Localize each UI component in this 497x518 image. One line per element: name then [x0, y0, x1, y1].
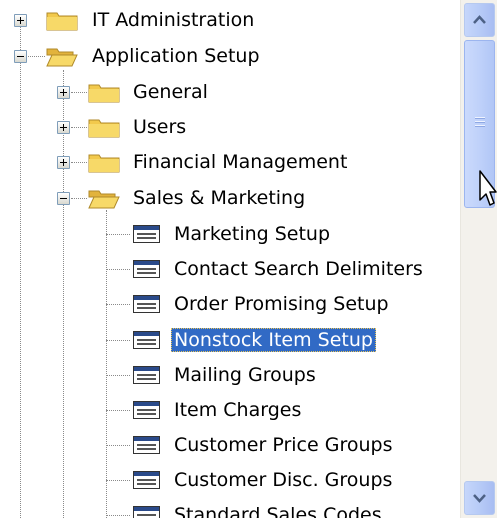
tree-line: [106, 445, 130, 446]
form-icon: [133, 295, 160, 313]
expand-icon[interactable]: [14, 14, 27, 27]
tree-line: [28, 56, 45, 57]
expand-icon[interactable]: [57, 156, 70, 169]
tree-node-users[interactable]: Users: [0, 109, 460, 144]
folder-closed-icon: [46, 12, 78, 31]
folder-open-icon: [46, 48, 78, 67]
scroll-down-button[interactable]: [464, 481, 495, 515]
tree-node-nonstock-item-setup[interactable]: Nonstock Item Setup: [0, 322, 460, 357]
tree-line: [106, 304, 130, 305]
scroll-up-button[interactable]: [464, 3, 495, 37]
form-icon: [133, 331, 160, 349]
tree-node-label: Contact Search Delimiters: [174, 258, 423, 280]
chevron-up-icon: [473, 15, 486, 24]
tree-line: [106, 375, 130, 376]
tree-node-label: Standard Sales Codes: [174, 504, 382, 518]
vertical-scrollbar[interactable]: [460, 0, 497, 518]
form-icon: [133, 401, 160, 419]
folder-open-icon: [88, 190, 120, 209]
thumb-grip: [475, 125, 485, 127]
form-icon: [133, 225, 160, 243]
thumb-grip: [475, 117, 485, 119]
navigation-tree: IT Administration Application Setup Gene…: [0, 0, 460, 518]
tree-node-order-promising-setup[interactable]: Order Promising Setup: [0, 286, 460, 321]
tree-node-label: Financial Management: [133, 151, 348, 173]
tree-node-standard-sales-codes[interactable]: Standard Sales Codes: [0, 497, 460, 518]
tree-node-general[interactable]: General: [0, 74, 460, 109]
tree-line: [71, 198, 87, 199]
collapse-icon[interactable]: [14, 50, 27, 63]
tree-node-label: Order Promising Setup: [174, 293, 389, 315]
tree-line: [71, 162, 87, 163]
tree-node-label: Mailing Groups: [174, 364, 316, 386]
thumb-grip: [475, 121, 485, 123]
folder-closed-icon: [88, 154, 120, 173]
tree-node-label: IT Administration: [92, 9, 255, 31]
tree-node-label: Marketing Setup: [174, 223, 331, 245]
tree-node-financial-management[interactable]: Financial Management: [0, 144, 460, 179]
tree-node-marketing-setup[interactable]: Marketing Setup: [0, 216, 460, 251]
collapse-icon[interactable]: [57, 192, 70, 205]
tree-node-customer-disc-groups[interactable]: Customer Disc. Groups: [0, 462, 460, 497]
chevron-down-icon: [473, 494, 486, 503]
folder-closed-icon: [88, 84, 120, 103]
tree-line: [106, 515, 130, 516]
tree-line: [106, 410, 130, 411]
tree-node-customer-price-groups[interactable]: Customer Price Groups: [0, 427, 460, 462]
tree-node-label: Sales & Marketing: [133, 187, 306, 209]
tree-line: [71, 127, 87, 128]
tree-line: [106, 340, 130, 341]
tree-node-label: Application Setup: [92, 45, 260, 67]
tree-line: [106, 480, 130, 481]
tree-node-contact-search-delimiters[interactable]: Contact Search Delimiters: [0, 251, 460, 286]
tree-node-label: Customer Price Groups: [174, 434, 393, 456]
tree-node-label: Item Charges: [174, 399, 302, 421]
mouse-cursor-icon: [479, 170, 497, 206]
form-icon: [133, 471, 160, 489]
tree-node-label: Users: [133, 116, 187, 138]
expand-icon[interactable]: [57, 86, 70, 99]
tree-node-label: Customer Disc. Groups: [174, 469, 393, 491]
form-icon: [133, 506, 160, 518]
tree-node-sales-marketing[interactable]: Sales & Marketing: [0, 180, 460, 215]
tree-node-mailing-groups[interactable]: Mailing Groups: [0, 357, 460, 392]
expand-icon[interactable]: [57, 121, 70, 134]
tree-line: [106, 269, 130, 270]
tree-node-label: General: [133, 81, 208, 103]
folder-closed-icon: [88, 119, 120, 138]
form-icon: [133, 366, 160, 384]
form-icon: [133, 260, 160, 278]
tree-node-it-administration[interactable]: IT Administration: [0, 2, 460, 37]
form-icon: [133, 436, 160, 454]
tree-line: [106, 234, 130, 235]
tree-node-label-selected: Nonstock Item Setup: [171, 328, 376, 352]
tree-node-item-charges[interactable]: Item Charges: [0, 392, 460, 427]
tree-line: [71, 92, 87, 93]
tree-node-application-setup[interactable]: Application Setup: [0, 38, 460, 73]
